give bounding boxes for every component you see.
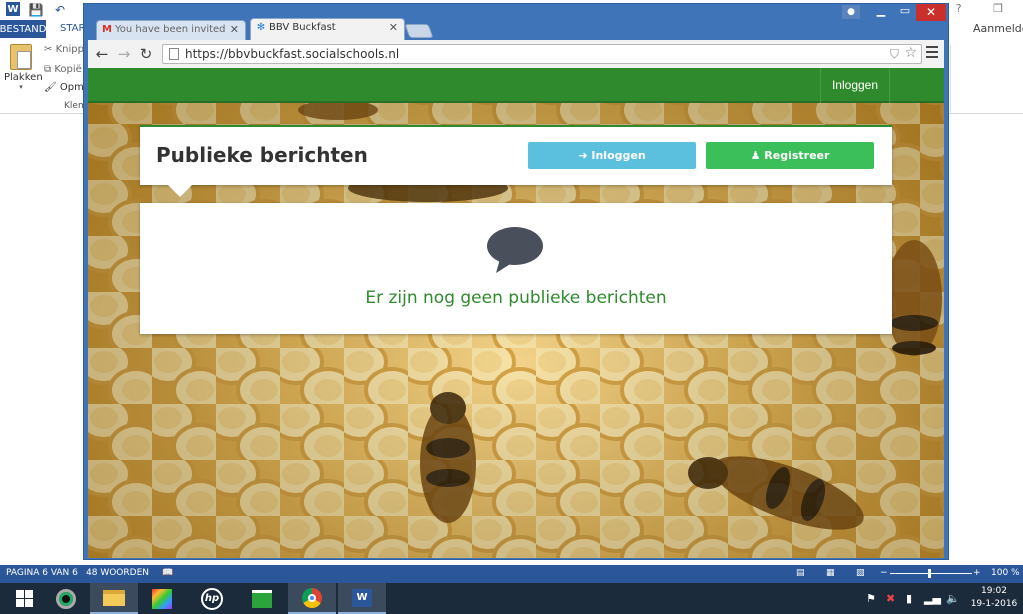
word-window-controls[interactable]: ? ❐ [956, 2, 1017, 15]
page-icon [169, 48, 179, 60]
clipboard-icon [10, 44, 32, 70]
page-header-panel: Publieke berichten ➜ Inloggen ♟ Registre… [140, 125, 892, 197]
flag-icon[interactable]: ⚑ [866, 592, 876, 605]
user-icon: ♟ [750, 149, 761, 162]
back-arrow-icon[interactable]: ← [92, 44, 112, 64]
word-status-bar: PAGINA 6 VAN 6 48 WOORDEN 📖 ▤ ▦ ▧ − + 10… [0, 565, 1023, 583]
taskbar-file-explorer[interactable] [90, 583, 138, 614]
battery-icon[interactable]: ▮ [906, 592, 912, 605]
word-logo-icon: W [6, 2, 20, 16]
word-signin-link[interactable]: Aanmelden [973, 22, 1023, 35]
close-icon[interactable]: ✕ [389, 21, 398, 34]
paste-label: Plakken [4, 72, 43, 83]
cut-label: Knipp [55, 44, 84, 55]
store-icon [252, 589, 272, 608]
login-button[interactable]: ➜ Inloggen [528, 142, 696, 169]
zoom-slider[interactable] [890, 573, 972, 574]
login-button-label: Inloggen [591, 149, 646, 162]
url-text: https://bbvbuckfast.socialschools.nl [185, 47, 400, 61]
close-icon[interactable]: ✕ [230, 23, 239, 36]
tab-bbv-title: BBV Buckfast [269, 22, 336, 33]
photo-app-icon [152, 588, 172, 609]
undo-icon[interactable]: ↶ [52, 2, 68, 18]
profile-icon[interactable]: ● [842, 5, 860, 19]
close-window-button[interactable]: ✕ [916, 4, 946, 21]
new-tab-button[interactable] [404, 24, 434, 38]
shield-icon[interactable]: ⛉ [890, 47, 899, 62]
bookmark-star-icon[interactable]: ☆ [904, 45, 917, 61]
page-title: Publieke berichten [156, 143, 368, 167]
ribbon-divider [950, 45, 951, 113]
cut-button[interactable]: ✂ Knipp [44, 44, 84, 55]
chrome-icon [302, 587, 322, 608]
minimize-button[interactable]: ▁ [868, 4, 894, 20]
print-layout-icon[interactable]: ▦ [826, 568, 835, 578]
hamburger-menu-icon[interactable] [926, 46, 938, 60]
folder-icon [103, 589, 125, 606]
copy-label: Kopië [54, 64, 82, 75]
word-counter[interactable]: 48 WOORDEN [86, 568, 149, 578]
taskbar-camera-app[interactable] [42, 583, 90, 614]
taskbar: hp W ⚑ ✖ ▮ ▂▄ 🔈 19:02 19-1-2016 [0, 583, 1023, 614]
save-icon[interactable]: 💾 [28, 2, 44, 18]
register-button[interactable]: ♟ Registreer [706, 142, 874, 169]
volume-icon[interactable]: 🔈 [946, 592, 960, 605]
speech-bubble-icon [487, 227, 543, 273]
zoom-level[interactable]: 100 % [991, 568, 1020, 578]
zoom-slider-thumb[interactable] [928, 569, 931, 578]
taskbar-hp-app[interactable]: hp [188, 583, 236, 614]
word-ribbon-tabs: BESTAND STAR [0, 20, 90, 38]
read-mode-icon[interactable]: ▤ [796, 568, 805, 578]
bee-image-3 [886, 240, 942, 356]
start-button[interactable] [0, 583, 48, 614]
maximize-button[interactable]: ▭ [892, 4, 918, 20]
web-layout-icon[interactable]: ▧ [856, 568, 865, 578]
reload-icon[interactable]: ↻ [136, 44, 156, 64]
tab-bbv-buckfast[interactable]: ✻ BBV Buckfast ✕ [250, 18, 405, 40]
taskbar-photo-app[interactable] [138, 583, 186, 614]
taskbar-chrome-app[interactable] [288, 583, 336, 614]
page-counter[interactable]: PAGINA 6 VAN 6 [6, 568, 78, 578]
taskbar-store-app[interactable] [238, 583, 286, 614]
windows-icon [15, 590, 33, 607]
tab-gmail-title: You have been invited to B [115, 24, 225, 35]
address-bar[interactable]: https://bbvbuckfast.socialschools.nl ⛉ ☆ [162, 44, 922, 64]
signal-icon[interactable]: ▂▄ [924, 592, 941, 605]
clock-time: 19:02 [981, 586, 1007, 596]
tab-start[interactable]: STAR [60, 20, 85, 38]
camera-icon [56, 588, 76, 609]
hp-icon: hp [201, 587, 223, 610]
browser-toolbar: ← → ↻ https://bbvbuckfast.socialschools.… [88, 40, 944, 68]
forward-arrow-icon[interactable]: → [114, 44, 134, 64]
zoom-in-icon[interactable]: + [973, 568, 981, 578]
tab-gmail[interactable]: M You have been invited to B ✕ [96, 20, 246, 40]
clock-date: 19-1-2016 [970, 599, 1018, 609]
chevron-down-icon: ▾ [19, 83, 23, 91]
empty-state-message: Er zijn nog geen publieke berichten [365, 288, 667, 308]
proofing-icon[interactable]: 📖 [162, 568, 173, 578]
taskbar-word-app[interactable]: W [338, 583, 386, 614]
page-viewport: Inloggen Publieke berichten ➜ Inloggen ♟… [88, 68, 944, 558]
tab-file[interactable]: BESTAND [0, 20, 46, 38]
gmail-icon: M [102, 24, 112, 35]
taskbar-clock[interactable]: 19:02 19-1-2016 [968, 585, 1020, 611]
copy-button[interactable]: ⧉ Kopië [44, 64, 82, 75]
antivirus-icon[interactable]: ✖ [886, 592, 895, 605]
chrome-window: M You have been invited to B ✕ ✻ BBV Buc… [83, 3, 949, 560]
bbv-icon: ✻ [256, 22, 266, 33]
paste-button[interactable]: Plakken ▾ [4, 44, 43, 91]
zoom-out-icon[interactable]: − [880, 568, 888, 578]
site-navbar: Inloggen [88, 68, 944, 103]
register-button-label: Registreer [764, 149, 830, 162]
nav-login-link[interactable]: Inloggen [820, 68, 890, 103]
messages-panel: Er zijn nog geen publieke berichten [140, 203, 892, 334]
sign-in-icon: ➜ [578, 149, 588, 162]
word-icon: W [352, 588, 372, 607]
